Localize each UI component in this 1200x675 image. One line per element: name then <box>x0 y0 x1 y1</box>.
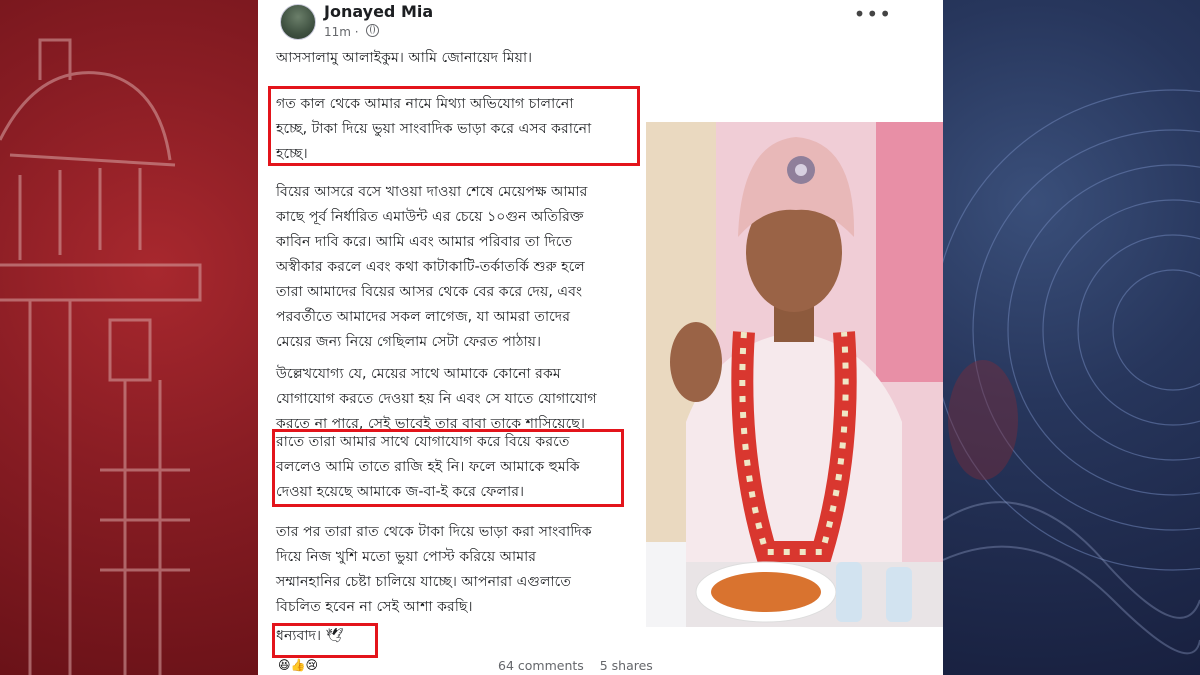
building-outline-art <box>0 38 202 675</box>
dot-separator: · <box>354 25 363 39</box>
author-avatar[interactable] <box>280 4 316 40</box>
post-meta: 11m · <box>324 24 380 39</box>
post-paragraph-2: বিয়ের আসরে বসে খাওয়া দাওয়া শেষে মেয়ে… <box>276 184 588 350</box>
author-name[interactable]: Jonayed Mia <box>324 2 433 21</box>
post-time[interactable]: 11m <box>324 25 351 39</box>
highlight-box-2 <box>272 429 624 507</box>
highlight-box-1 <box>268 86 640 166</box>
globe-icon <box>366 24 380 37</box>
stats-gap <box>588 658 596 673</box>
facebook-post-card: Jonayed Mia 11m · ••• আসসালামু আলাইকুম। … <box>258 0 943 675</box>
left-background-panel <box>0 0 258 675</box>
reaction-icons[interactable]: 😆👍😢 <box>278 658 318 672</box>
highlight-box-3 <box>272 623 378 658</box>
post-header: Jonayed Mia 11m · ••• <box>276 2 896 42</box>
more-options-icon[interactable]: ••• <box>854 2 892 26</box>
shares-count[interactable]: 5 shares <box>600 658 653 673</box>
post-paragraph-3: উল্লেখযোগ্য যে, মেয়ের সাথে আমাকে কোনো র… <box>276 366 597 432</box>
post-paragraph-5: তার পর তারা রাত থেকে টাকা দিয়ে ভাড়া কর… <box>276 524 592 615</box>
groom-photo-illustration <box>646 122 943 627</box>
post-greeting: আসসালামু আলাইকুম। আমি জোনায়েদ মিয়া। <box>276 50 533 66</box>
comments-count[interactable]: 64 comments <box>498 658 584 673</box>
groom-photo[interactable] <box>646 122 943 627</box>
right-background-panel <box>943 0 1200 675</box>
post-stats: 64 comments 5 shares <box>498 658 653 673</box>
swirl-pattern-art <box>943 89 1200 655</box>
